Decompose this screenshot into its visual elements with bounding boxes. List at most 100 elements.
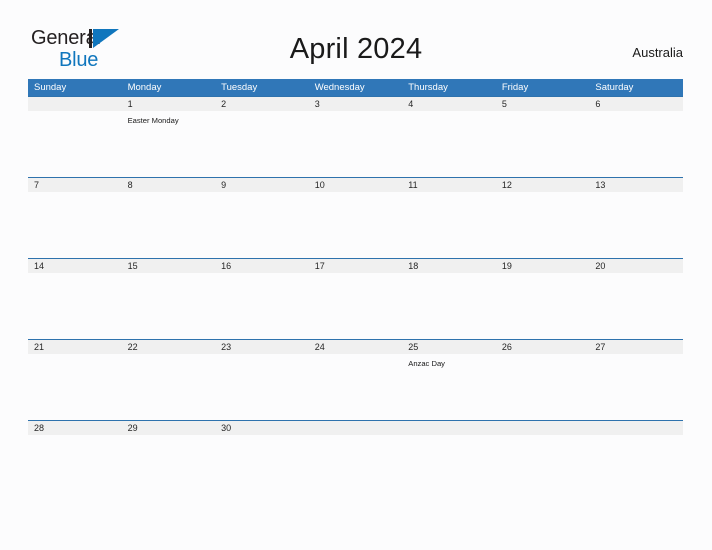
week-event-band — [28, 435, 683, 495]
calendar-grid: Sunday Monday Tuesday Wednesday Thursday… — [28, 79, 683, 495]
day-number[interactable]: 2 — [215, 97, 309, 111]
day-cell[interactable] — [215, 111, 309, 177]
weekday-header-friday: Friday — [501, 82, 529, 93]
page-header: General Blue April 2024 Australia — [0, 0, 712, 70]
day-number[interactable]: 13 — [589, 178, 683, 192]
day-cell[interactable] — [309, 273, 403, 339]
day-number[interactable]: 4 — [402, 97, 496, 111]
day-number[interactable]: 3 — [309, 97, 403, 111]
day-number[interactable]: 19 — [496, 259, 590, 273]
day-cell[interactable] — [122, 354, 216, 420]
day-number[interactable]: 22 — [122, 340, 216, 354]
day-number[interactable]: 16 — [215, 259, 309, 273]
day-cell[interactable] — [496, 435, 590, 495]
day-cell[interactable] — [28, 354, 122, 420]
day-event-text: Anzac Day — [408, 359, 445, 368]
day-number[interactable]: 29 — [122, 421, 216, 435]
calendar-week-row: 28 29 30 — [28, 420, 683, 495]
week-date-band: 28 29 30 — [28, 421, 683, 435]
day-number[interactable]: 25 — [402, 340, 496, 354]
day-number[interactable]: 21 — [28, 340, 122, 354]
day-cell[interactable] — [309, 354, 403, 420]
day-cell[interactable] — [309, 111, 403, 177]
day-cell[interactable] — [496, 111, 590, 177]
day-cell[interactable] — [28, 273, 122, 339]
day-cell[interactable] — [496, 273, 590, 339]
day-number[interactable]: 18 — [402, 259, 496, 273]
week-event-band: Anzac Day — [28, 354, 683, 420]
week-date-band: 7 8 9 10 11 12 13 — [28, 178, 683, 192]
week-event-band — [28, 192, 683, 258]
day-number[interactable]: 8 — [122, 178, 216, 192]
day-cell[interactable] — [402, 435, 496, 495]
day-cell[interactable] — [589, 111, 683, 177]
calendar-week-row: 21 22 23 24 25 26 27 Anzac Day — [28, 339, 683, 420]
day-number[interactable]: 17 — [309, 259, 403, 273]
weekday-header-thursday: Thursday — [408, 82, 448, 93]
calendar-week-row: 7 8 9 10 11 12 13 — [28, 177, 683, 258]
day-cell[interactable] — [309, 435, 403, 495]
day-number[interactable]: 14 — [28, 259, 122, 273]
day-cell[interactable] — [589, 192, 683, 258]
week-event-band — [28, 273, 683, 339]
day-cell[interactable] — [122, 273, 216, 339]
day-cell[interactable] — [28, 192, 122, 258]
day-number[interactable]: 30 — [215, 421, 309, 435]
day-number[interactable]: 6 — [589, 97, 683, 111]
day-cell[interactable] — [122, 192, 216, 258]
day-cell[interactable]: Anzac Day — [402, 354, 496, 420]
weekday-header-sunday: Sunday — [34, 82, 67, 93]
calendar-week-row: 14 15 16 17 18 19 20 — [28, 258, 683, 339]
day-number[interactable]: 11 — [402, 178, 496, 192]
day-cell[interactable] — [402, 273, 496, 339]
day-cell[interactable] — [215, 354, 309, 420]
day-number[interactable]: 5 — [496, 97, 590, 111]
day-number[interactable] — [496, 421, 590, 435]
day-cell[interactable] — [402, 192, 496, 258]
weekday-header-row: Sunday Monday Tuesday Wednesday Thursday… — [28, 79, 683, 96]
day-cell[interactable] — [28, 435, 122, 495]
day-cell[interactable] — [309, 192, 403, 258]
day-cell[interactable] — [215, 273, 309, 339]
day-number[interactable]: 12 — [496, 178, 590, 192]
day-cell[interactable]: Easter Monday — [122, 111, 216, 177]
day-cell[interactable] — [215, 192, 309, 258]
day-number[interactable]: 9 — [215, 178, 309, 192]
region-label: Australia — [632, 45, 683, 60]
day-number[interactable] — [589, 421, 683, 435]
week-date-band: 21 22 23 24 25 26 27 — [28, 340, 683, 354]
week-date-band: 1 2 3 4 5 6 — [28, 97, 683, 111]
day-cell[interactable] — [589, 435, 683, 495]
calendar-page: General Blue April 2024 Australia Sunday… — [0, 0, 712, 550]
weekday-header-saturday: Saturday — [595, 82, 634, 93]
day-cell[interactable] — [496, 192, 590, 258]
day-cell[interactable] — [122, 435, 216, 495]
day-number[interactable]: 23 — [215, 340, 309, 354]
day-number[interactable]: 10 — [309, 178, 403, 192]
day-number[interactable]: 1 — [122, 97, 216, 111]
day-number[interactable]: 26 — [496, 340, 590, 354]
weekday-header-wednesday: Wednesday — [314, 82, 365, 93]
day-number[interactable] — [402, 421, 496, 435]
day-cell[interactable] — [496, 354, 590, 420]
day-number[interactable] — [28, 97, 122, 111]
weekday-header-monday: Monday — [127, 82, 162, 93]
day-number[interactable] — [309, 421, 403, 435]
week-date-band: 14 15 16 17 18 19 20 — [28, 259, 683, 273]
day-number[interactable]: 20 — [589, 259, 683, 273]
page-title: April 2024 — [289, 33, 423, 65]
day-cell[interactable] — [215, 435, 309, 495]
day-number[interactable]: 24 — [309, 340, 403, 354]
day-event-text: Easter Monday — [127, 116, 179, 125]
day-number[interactable]: 28 — [28, 421, 122, 435]
day-cell[interactable] — [402, 111, 496, 177]
day-number[interactable]: 15 — [122, 259, 216, 273]
day-number[interactable]: 27 — [589, 340, 683, 354]
week-event-band: Easter Monday — [28, 111, 683, 177]
day-cell[interactable] — [589, 354, 683, 420]
weekday-header-tuesday: Tuesday — [221, 82, 258, 93]
day-cell[interactable] — [28, 111, 122, 177]
day-number[interactable]: 7 — [28, 178, 122, 192]
calendar-week-row: 1 2 3 4 5 6 Easter Monday — [28, 96, 683, 177]
day-cell[interactable] — [589, 273, 683, 339]
